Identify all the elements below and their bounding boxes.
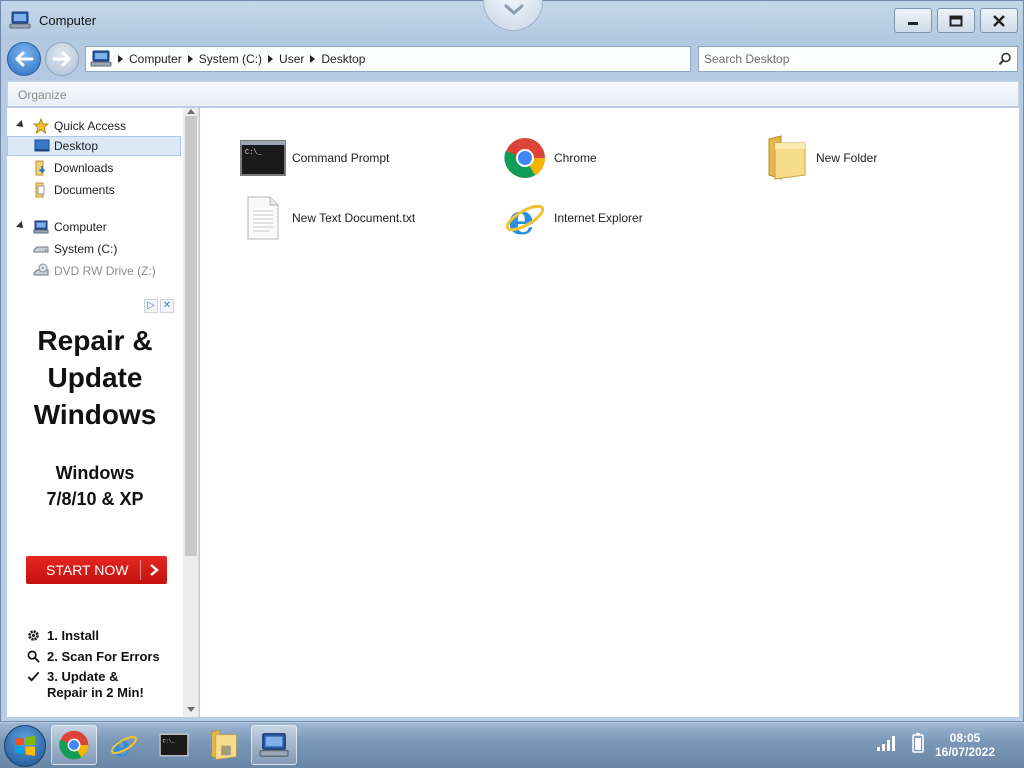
computer-icon <box>33 219 49 235</box>
scroll-down-arrow-icon[interactable] <box>187 707 195 712</box>
checkmark-icon <box>25 669 41 701</box>
organize-button[interactable]: Organize <box>18 88 67 102</box>
gear-icon <box>25 628 41 643</box>
taskbar: e C:\_ 08:05 16/07/2022 <box>0 722 1024 768</box>
search-placeholder: Search Desktop <box>704 52 790 66</box>
windows-logo-icon <box>15 736 35 756</box>
taskbar-file-explorer[interactable] <box>201 725 247 765</box>
close-icon <box>993 14 1005 27</box>
expand-arrow-icon[interactable] <box>16 120 26 130</box>
taskbar-command-prompt[interactable]: C:\_ <box>151 725 197 765</box>
file-item-chrome[interactable]: Chrome <box>502 135 597 181</box>
expand-arrow-icon[interactable] <box>16 221 26 231</box>
maximize-button[interactable] <box>937 8 975 33</box>
folder-icon <box>211 729 237 760</box>
svg-text:C:\_: C:\_ <box>245 149 263 157</box>
search-icon <box>25 649 41 664</box>
text-document-icon <box>240 195 286 241</box>
chevron-right-icon <box>150 564 159 576</box>
signal-strength-icon[interactable] <box>876 734 898 755</box>
chevron-right-icon[interactable] <box>118 55 123 63</box>
tree-item-desktop[interactable]: Desktop <box>7 136 181 156</box>
breadcrumb-item[interactable]: Desktop <box>310 52 371 66</box>
chevron-right-icon[interactable] <box>310 55 316 63</box>
minimize-icon <box>908 21 918 25</box>
window-title: Computer <box>39 13 97 28</box>
chrome-icon <box>502 135 548 181</box>
scrollbar-thumb[interactable] <box>185 116 197 556</box>
ad-step-scan[interactable]: 2. Scan For Errors <box>25 649 160 664</box>
star-icon <box>32 117 50 135</box>
breadcrumb-item[interactable]: User <box>268 52 310 66</box>
ad-step-update[interactable]: 3. Update & Repair in 2 Min! <box>25 669 144 701</box>
arrow-right-icon <box>52 51 71 67</box>
start-button[interactable] <box>4 725 46 767</box>
hard-drive-icon <box>33 241 49 257</box>
dvd-drive-icon <box>33 263 49 279</box>
desktop-icon <box>34 138 50 154</box>
file-item-command-prompt[interactable]: C:\_ Command Prompt <box>240 135 389 181</box>
computer-icon <box>90 50 112 68</box>
file-list: C:\_ Command Prompt Chrome New Folder Ne… <box>200 108 1019 717</box>
tree-item-documents[interactable]: Documents <box>7 180 181 200</box>
navigation-pane: Quick Access Desktop Downloads Documents <box>7 108 199 717</box>
ribbon-toggle-button[interactable] <box>483 0 543 31</box>
tree-item-computer[interactable]: Computer <box>7 217 181 237</box>
tree-item-quick-access[interactable]: Quick Access <box>7 116 181 136</box>
back-button[interactable] <box>7 42 41 76</box>
chevron-right-icon[interactable] <box>268 55 274 63</box>
system-tray <box>876 733 924 756</box>
file-item-new-folder[interactable]: New Folder <box>764 135 877 181</box>
clock[interactable]: 08:05 16/07/2022 <box>925 731 1005 759</box>
ad-step-install[interactable]: 1. Install <box>25 628 99 643</box>
scroll-up-arrow-icon[interactable] <box>187 109 195 114</box>
explorer-window: Computer Computer System (C:) User Deskt… <box>0 0 1024 722</box>
minimize-button[interactable] <box>894 8 932 33</box>
taskbar-internet-explorer[interactable]: e <box>101 725 147 765</box>
taskbar-computer-window[interactable] <box>251 725 297 765</box>
documents-icon <box>33 182 49 198</box>
downloads-icon <box>33 160 49 176</box>
ad-badge[interactable]: ▷ ✕ <box>144 299 174 313</box>
forward-button[interactable] <box>45 42 79 76</box>
tree-item-dvd-drive[interactable]: DVD RW Drive (Z:) <box>7 261 181 281</box>
ad-choices-icon[interactable]: ▷ <box>144 299 158 313</box>
folder-icon <box>764 135 810 181</box>
close-button[interactable] <box>980 8 1018 33</box>
nav-pane-scrollbar[interactable] <box>183 108 198 717</box>
command-prompt-icon: C:\_ <box>240 135 286 181</box>
file-item-text-document[interactable]: New Text Document.txt <box>240 195 415 241</box>
file-item-internet-explorer[interactable]: e Internet Explorer <box>502 195 643 241</box>
tree-item-system-drive[interactable]: System (C:) <box>7 239 181 259</box>
chevron-down-icon <box>504 4 524 15</box>
internet-explorer-icon: e <box>502 195 548 241</box>
address-bar[interactable]: Computer System (C:) User Desktop <box>85 46 691 72</box>
tree-item-downloads[interactable]: Downloads <box>7 158 181 178</box>
search-input[interactable]: Search Desktop <box>698 46 1018 72</box>
button-divider <box>140 560 141 580</box>
computer-icon <box>259 733 289 757</box>
battery-icon[interactable] <box>912 733 924 756</box>
computer-icon <box>9 10 31 30</box>
title-bar[interactable]: Computer <box>1 0 1023 41</box>
command-bar: Organize <box>7 81 1019 107</box>
search-icon[interactable] <box>998 52 1012 66</box>
ad-start-now-button[interactable]: START NOW <box>26 556 167 584</box>
breadcrumb-item[interactable]: System (C:) <box>187 52 268 66</box>
command-prompt-icon: C:\_ <box>159 733 189 757</box>
ad-headline[interactable]: Repair & Update Windows <box>7 322 183 433</box>
internet-explorer-icon: e <box>110 730 138 760</box>
svg-text:C:\_: C:\_ <box>163 738 176 744</box>
ad-close-icon[interactable]: ✕ <box>160 299 174 313</box>
chevron-right-icon[interactable] <box>187 55 193 63</box>
breadcrumb-item[interactable]: Computer <box>118 52 188 66</box>
arrow-left-icon <box>15 51 34 67</box>
chrome-icon <box>59 730 89 760</box>
maximize-icon <box>949 15 963 26</box>
taskbar-chrome[interactable] <box>51 725 97 765</box>
ad-subheadline[interactable]: Windows 7/8/10 & XP <box>7 460 183 512</box>
